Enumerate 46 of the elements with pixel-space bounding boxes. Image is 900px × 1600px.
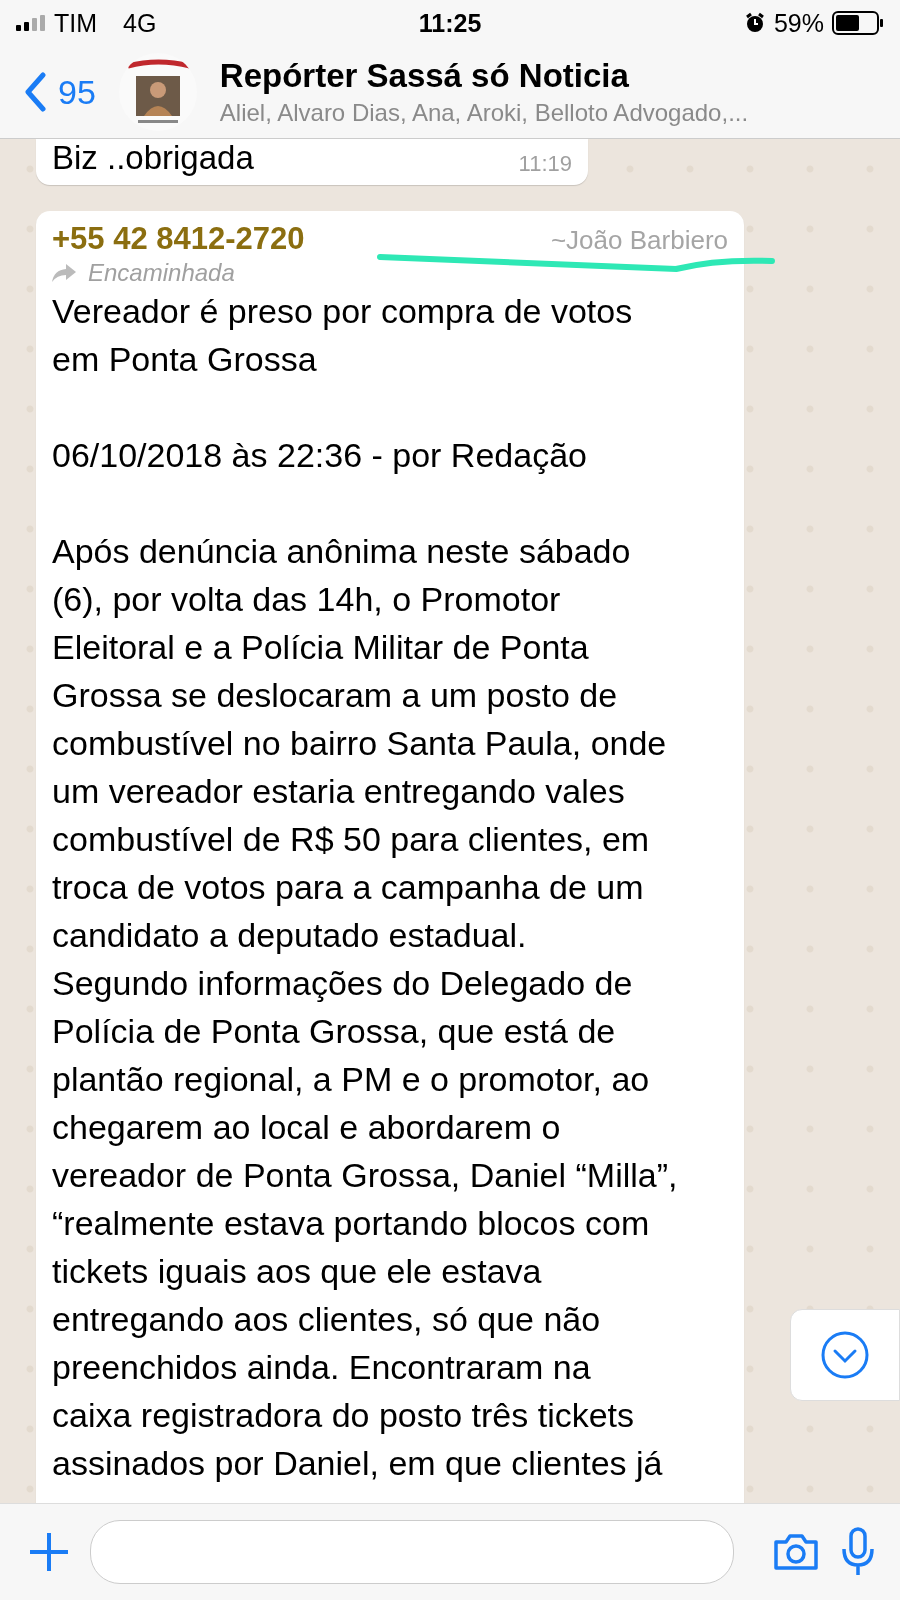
message-line: candidato a deputado estadual.: [52, 915, 528, 956]
battery-icon: [832, 11, 884, 35]
network-type: 4G: [123, 8, 157, 38]
message-line: “realmente estava portando blocos com: [52, 1203, 651, 1244]
message-line: 06/10/2018 às 22:36 - por Redação: [52, 435, 588, 476]
message-line: Eleitoral e a Polícia Militar de Ponta: [52, 627, 590, 668]
message-line: Grossa se deslocaram a um posto de: [52, 675, 619, 716]
alarm-icon: [743, 12, 766, 34]
forward-icon: [52, 264, 76, 282]
message-line: Polícia de Ponta Grossa, que está de: [52, 1011, 617, 1052]
signal-icon: [16, 15, 46, 31]
message-line: Vereador é preso por compra de votos: [52, 291, 634, 332]
sender-phone: +55 42 8412-2720: [52, 221, 305, 257]
forwarded-label: Encaminhada: [88, 259, 235, 287]
message-line: combustível de R$ 50 para clientes, em: [52, 819, 651, 860]
sender-name: ~João Barbiero: [550, 225, 728, 256]
message-line: chegarem ao local e abordarem o: [52, 1107, 562, 1148]
message-input[interactable]: [90, 1520, 734, 1584]
camera-button[interactable]: [772, 1532, 820, 1572]
group-members: Aliel, Alvaro Dias, Ana, Aroki, Belloto Advogado,...: [219, 99, 749, 127]
scroll-down-button[interactable]: [790, 1309, 900, 1401]
chevron-down-icon: [820, 1330, 870, 1380]
chevron-left-icon: [24, 72, 46, 112]
message-line: preenchidos ainda. Encontraram na: [52, 1347, 592, 1388]
chat-title[interactable]: Repórter Sassá só Noticia: [219, 57, 749, 95]
message-line: caixa registradora do posto três tickets: [52, 1395, 636, 1436]
message-line: tickets iguais aos que ele estava: [52, 1251, 543, 1292]
microphone-button[interactable]: [840, 1527, 876, 1577]
clock-time: 11:25: [418, 8, 482, 38]
message-line: (6), por volta das 14h, o Promotor: [52, 579, 562, 620]
back-button[interactable]: 95: [24, 72, 96, 112]
message-line: entregando aos clientes, só que não: [52, 1299, 602, 1340]
carrier-name: TIM: [54, 8, 98, 38]
message-line: vereador de Ponta Grossa, Daniel “Milla”,: [52, 1155, 679, 1196]
message-line: plantão regional, a PM e o promotor, ao: [52, 1059, 651, 1100]
message-text: Biz ..obrigada: [52, 139, 254, 177]
message-line: Segundo informações do Delegado de: [52, 963, 634, 1004]
message-line: em Ponta Grossa: [52, 339, 318, 380]
message-line: assinados por Daniel, em que clientes já: [52, 1443, 664, 1484]
battery-percent: 59%: [773, 8, 824, 38]
add-button[interactable]: [28, 1531, 70, 1573]
message-time: 11:19: [518, 151, 572, 177]
message-line: combustível no bairro Santa Paula, onde: [52, 723, 668, 764]
message-line: um vereador estaria entregando vales: [52, 771, 626, 812]
message-line: Após denúncia anônima neste sábado: [52, 531, 632, 572]
message-line: troca de votos para a campanha de um: [52, 867, 645, 908]
